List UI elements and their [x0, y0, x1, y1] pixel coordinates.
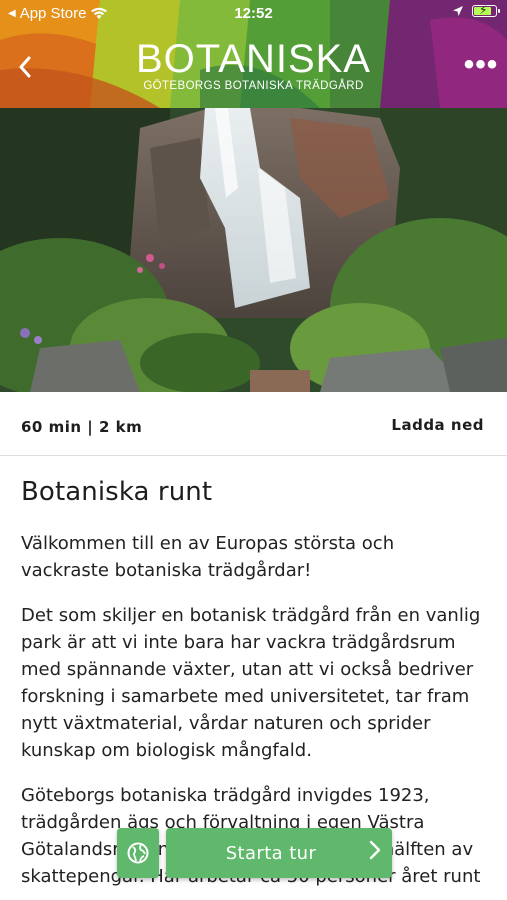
botaniska-logo: BOTANISKA GÖTEBORGS BOTANISKA TRÄDGÅRD [0, 38, 507, 92]
status-right-icons: ⚡ [452, 3, 500, 17]
download-button[interactable]: Ladda ned [391, 416, 484, 434]
more-options-button[interactable]: ••• [461, 50, 501, 80]
location-arrow-icon [453, 6, 463, 16]
description-paragraph: Välkommen till en av Europas största och… [21, 533, 395, 581]
globe-icon [127, 842, 149, 864]
tour-meta-row: 60 min | 2 km Ladda ned [0, 392, 507, 456]
logo-subtitle: GÖTEBORGS BOTANISKA TRÄDGÅRD [143, 80, 364, 92]
chevron-right-icon [358, 840, 392, 866]
more-dots-icon: ••• [463, 48, 499, 81]
status-time: 12:52 [234, 5, 273, 22]
waterfall-hero-image [0, 108, 507, 392]
battery-charging-icon: ⚡ [472, 3, 500, 17]
tour-duration-distance: 60 min | 2 km [21, 418, 143, 436]
logo-title: BOTANISKA [136, 37, 371, 81]
start-tour-label: Starta tur [225, 842, 317, 864]
description-paragraph: Det som skiljer en botanisk trädgård frå… [21, 605, 481, 761]
language-button[interactable] [117, 828, 159, 878]
app-header: ◀ App Store 12:52 ⚡ BOTANISKA GÖTEBORGS … [0, 0, 507, 108]
tour-title: Botaniska runt [21, 477, 213, 507]
start-tour-button[interactable]: Starta tur [166, 828, 392, 878]
waterfall-illustration [0, 108, 507, 392]
status-bar: ◀ App Store 12:52 ⚡ [0, 0, 507, 28]
